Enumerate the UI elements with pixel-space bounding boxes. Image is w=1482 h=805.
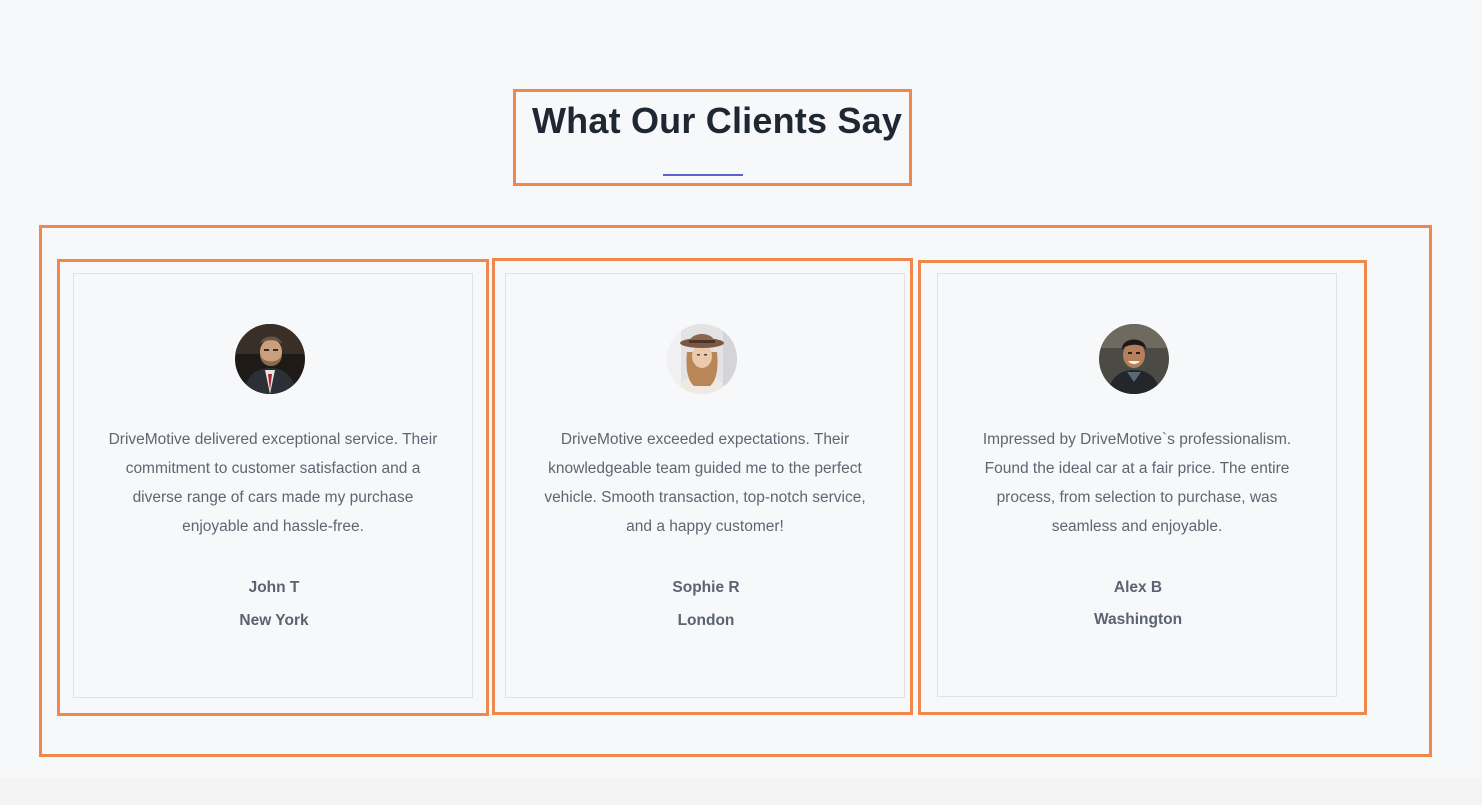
footer-strip bbox=[0, 778, 1482, 805]
testimonials-page: What Our Clients Say DriveMotive deliver… bbox=[0, 0, 1482, 805]
card-highlight-box bbox=[57, 259, 489, 716]
card-highlight-box bbox=[492, 258, 913, 715]
card-highlight-box bbox=[918, 260, 1367, 715]
heading-highlight-box bbox=[513, 89, 912, 186]
